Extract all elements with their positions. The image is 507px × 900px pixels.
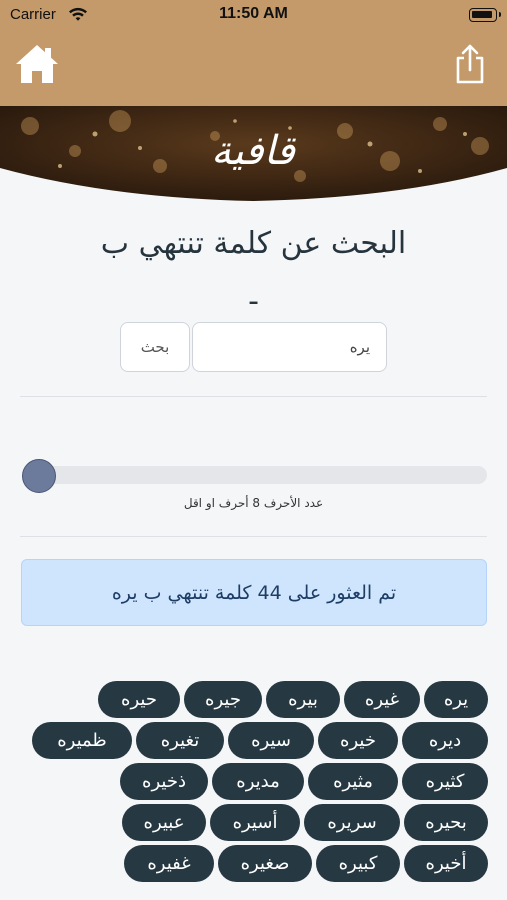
word-chip[interactable]: كبيره (316, 845, 400, 882)
word-chip[interactable]: يره (424, 681, 488, 718)
word-chip[interactable]: مثيره (308, 763, 398, 800)
word-chip[interactable]: حيره (98, 681, 180, 718)
word-chip[interactable]: عبيره (122, 804, 206, 841)
word-row: بحيره سريره أسيره عبيره (22, 804, 488, 841)
word-chip[interactable]: بحيره (404, 804, 488, 841)
word-chip[interactable]: خيره (318, 722, 398, 759)
letter-count-slider[interactable] (22, 459, 487, 493)
word-chip[interactable]: مديره (212, 763, 304, 800)
word-row: ديره خيره سيره تغيره ظميره (22, 722, 488, 759)
clock: 11:50 AM (219, 5, 288, 22)
home-button[interactable] (12, 38, 62, 90)
page-title: البحث عن كلمة تنتهي ب (100, 226, 407, 261)
share-button[interactable] (445, 38, 495, 90)
search-button[interactable]: بحث (120, 322, 190, 372)
result-alert: تم العثور على 44 كلمة تنتهي ب يره (21, 559, 487, 626)
search-row: بحث (120, 322, 388, 374)
search-input[interactable] (192, 322, 387, 372)
page-title-suffix: - (248, 284, 259, 319)
word-chip[interactable]: جيره (184, 681, 262, 718)
word-chip[interactable]: صغيره (218, 845, 312, 882)
word-row: كثيره مثيره مديره ذخيره (22, 763, 488, 800)
app-logo: قافية (211, 128, 297, 174)
share-icon (456, 44, 484, 84)
battery-icon (469, 8, 501, 22)
word-chip[interactable]: غيره (344, 681, 420, 718)
word-chip[interactable]: كثيره (402, 763, 488, 800)
divider (20, 396, 487, 397)
word-chip[interactable]: تغيره (136, 722, 224, 759)
header-banner: قافية (0, 106, 507, 206)
word-grid: يره غيره بيره جيره حيره ديره خيره سيره تغيره ظمير… (22, 681, 488, 886)
slider-thumb[interactable] (22, 459, 56, 493)
divider (20, 536, 487, 537)
word-row: يره غيره بيره جيره حيره (22, 681, 488, 718)
result-message: تم العثور على 44 كلمة تنتهي ب يره (111, 581, 397, 604)
home-icon (16, 45, 58, 83)
slider-track (22, 466, 487, 484)
word-chip[interactable]: أخيره (404, 845, 488, 882)
status-bar: Carrier 11:50 AM (0, 0, 507, 32)
word-chip[interactable]: سريره (304, 804, 400, 841)
word-chip[interactable]: ظميره (32, 722, 132, 759)
word-chip[interactable]: ذخيره (120, 763, 208, 800)
word-row: أخيره كبيره صغيره غفيره (22, 845, 488, 882)
word-chip[interactable]: أسيره (210, 804, 300, 841)
word-chip[interactable]: بيره (266, 681, 340, 718)
word-chip[interactable]: ديره (402, 722, 488, 759)
word-chip[interactable]: غفيره (124, 845, 214, 882)
slider-caption: عدد الأحرف 8 أحرف او اقل (183, 496, 324, 510)
word-chip[interactable]: سيره (228, 722, 314, 759)
nav-bar (0, 32, 507, 106)
